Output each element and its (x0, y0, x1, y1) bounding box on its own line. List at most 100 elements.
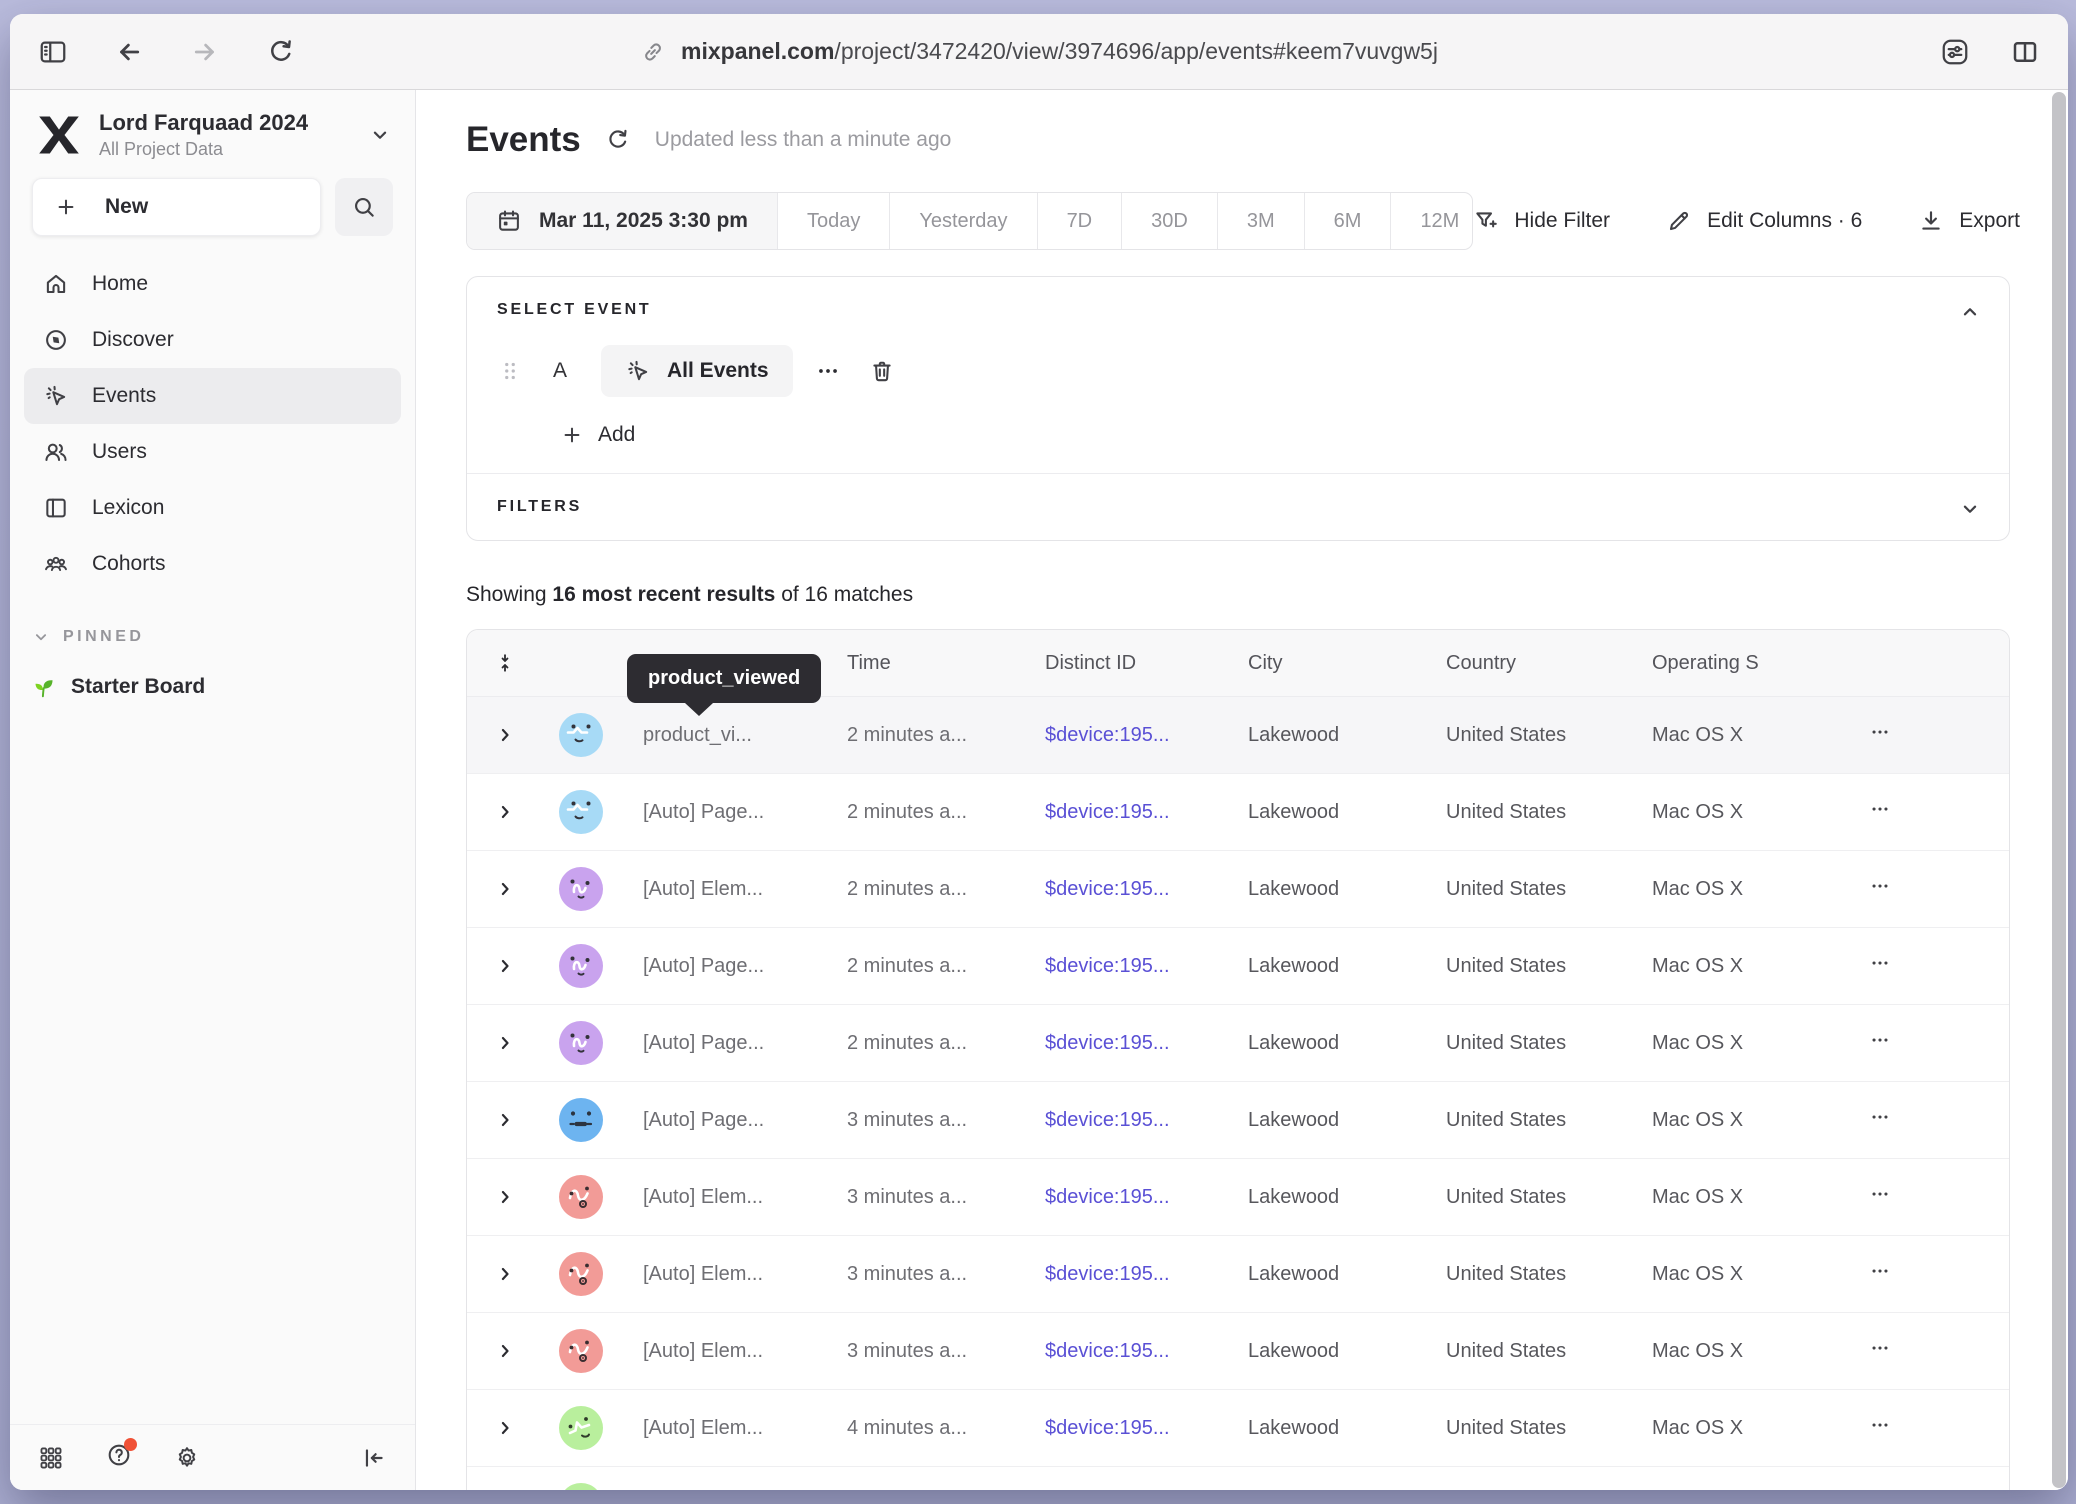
city-cell: Lakewood (1248, 1032, 1446, 1055)
distinct-id-link[interactable]: $device:195... (1045, 801, 1248, 824)
split-view-icon[interactable] (2010, 37, 2040, 67)
event-name-cell: [Auto] Page... (619, 801, 847, 824)
distinct-id-link[interactable]: $device:195... (1045, 1109, 1248, 1132)
export-button[interactable]: Export (1918, 208, 2020, 234)
column-header[interactable]: Country (1446, 652, 1652, 675)
sidebar-item-events[interactable]: Events (24, 368, 401, 424)
row-expander[interactable] (467, 1187, 543, 1207)
row-expander[interactable] (467, 956, 543, 976)
column-header[interactable]: Operating S (1652, 652, 1827, 675)
row-actions-button[interactable] (1827, 721, 2009, 749)
back-icon[interactable] (114, 37, 144, 67)
gear-icon[interactable] (174, 1445, 200, 1471)
help-button[interactable] (106, 1442, 132, 1473)
table-row[interactable]: [Auto] Elem...3 minutes a...$device:195.… (467, 1159, 2009, 1236)
event-avatar (543, 1329, 619, 1373)
sidebar-item-discover[interactable]: Discover (24, 312, 401, 368)
sidebar-item-users[interactable]: Users (24, 424, 401, 480)
row-actions-button[interactable] (1827, 798, 2009, 826)
date-range-option-3m[interactable]: 3M (1217, 193, 1304, 249)
refresh-icon[interactable] (605, 127, 631, 153)
date-range-option-7d[interactable]: 7D (1037, 193, 1122, 249)
scrollbar-thumb[interactable] (2052, 92, 2066, 1488)
date-range-option-yesterday[interactable]: Yesterday (889, 193, 1036, 249)
more-options-icon[interactable] (815, 358, 841, 384)
sidebar-item-lexicon[interactable]: Lexicon (24, 480, 401, 536)
table-row[interactable]: [Auto] Page...2 minutes a...$device:195.… (467, 774, 2009, 851)
sidebar-item-starter-board[interactable]: Starter Board (30, 674, 401, 700)
date-range-option-30d[interactable]: 30D (1121, 193, 1217, 249)
apps-grid-icon[interactable] (38, 1445, 64, 1471)
search-icon (351, 194, 377, 220)
row-actions-button[interactable] (1827, 1029, 2009, 1057)
reload-icon[interactable] (266, 37, 296, 67)
hide-filter-button[interactable]: Hide Filter (1473, 208, 1610, 234)
page-settings-icon[interactable] (1940, 37, 1970, 67)
row-expander[interactable] (467, 1033, 543, 1053)
event-selector-chip[interactable]: All Events (601, 345, 793, 397)
table-row[interactable]: [Auto] Elem...2 minutes a...$device:195.… (467, 851, 2009, 928)
address-bar[interactable]: mixpanel.com/project/3472420/view/397469… (640, 38, 1438, 65)
date-range-option-today[interactable]: Today (777, 193, 889, 249)
sidebar-item-cohorts[interactable]: Cohorts (24, 536, 401, 592)
distinct-id-link[interactable]: $device:195... (1045, 1417, 1248, 1440)
add-event-button[interactable]: Add (561, 423, 1979, 447)
drag-handle-icon[interactable] (497, 358, 523, 384)
new-button[interactable]: New (32, 178, 321, 236)
collapse-rows-header[interactable] (467, 652, 543, 674)
project-switcher[interactable]: Lord Farquaad 2024 All Project Data (36, 110, 391, 160)
column-header[interactable]: Time (847, 652, 1045, 675)
row-actions-button[interactable] (1827, 1414, 2009, 1442)
date-range-option-12m[interactable]: 12M (1390, 193, 1473, 249)
time-cell: 2 minutes a... (847, 801, 1045, 824)
table-row[interactable]: [Auto] Elem...4 minutes a...$device:195.… (467, 1390, 2009, 1467)
lexicon-icon (43, 495, 69, 521)
row-expander[interactable] (467, 1418, 543, 1438)
row-expander[interactable] (467, 1341, 543, 1361)
sidebar-item-home[interactable]: Home (24, 256, 401, 312)
distinct-id-link[interactable]: $device:195... (1045, 724, 1248, 747)
vertical-scrollbar[interactable] (2052, 92, 2066, 1488)
chevron-down-icon[interactable] (369, 124, 391, 146)
table-row[interactable]: [Auto] Page...2 minutes a...$device:195.… (467, 1005, 2009, 1082)
row-expander[interactable] (467, 725, 543, 745)
table-row[interactable]: [Auto] Page...3 minutes a...$device:195.… (467, 1082, 2009, 1159)
distinct-id-link[interactable]: $device:195... (1045, 1263, 1248, 1286)
search-button[interactable] (335, 178, 393, 236)
collapse-sidebar-icon[interactable] (361, 1445, 387, 1471)
chevron-down-icon[interactable] (1959, 498, 1981, 520)
row-actions-button[interactable] (1827, 1260, 2009, 1288)
distinct-id-link[interactable]: $device:195... (1045, 1032, 1248, 1055)
distinct-id-link[interactable]: $device:195... (1045, 955, 1248, 978)
distinct-id-link[interactable]: $device:195... (1045, 878, 1248, 901)
distinct-id-link[interactable]: $device:195... (1045, 1340, 1248, 1363)
column-header[interactable]: Distinct ID (1045, 652, 1248, 675)
sidebar-toggle-icon[interactable] (38, 37, 68, 67)
table-row[interactable]: [Auto] Page...2 minutes a...$device:195.… (467, 928, 2009, 1005)
edit-columns-button[interactable]: Edit Columns · 6 (1666, 208, 1862, 234)
row-expander[interactable] (467, 879, 543, 899)
pinned-section-header[interactable]: PINNED (32, 628, 401, 646)
row-expander[interactable] (467, 1110, 543, 1130)
kebab-icon (1869, 721, 1891, 743)
table-row[interactable]: [Auto] Elem...3 minutes a...$device:195.… (467, 1236, 2009, 1313)
table-row[interactable]: [Auto] Elem...3 minutes a...$device:195.… (467, 1313, 2009, 1390)
column-header[interactable]: City (1248, 652, 1446, 675)
row-actions-button[interactable] (1827, 875, 2009, 903)
table-row[interactable] (467, 1467, 2009, 1490)
kebab-icon (1869, 1337, 1891, 1359)
row-actions-button[interactable] (1827, 1106, 2009, 1134)
city-cell: Lakewood (1248, 1340, 1446, 1363)
chevron-up-icon[interactable] (1959, 301, 1981, 323)
row-actions-button[interactable] (1827, 952, 2009, 980)
row-expander[interactable] (467, 802, 543, 822)
trash-icon[interactable] (869, 358, 895, 384)
date-picker-button[interactable]: Mar 11, 2025 3:30 pm (467, 193, 777, 249)
row-actions-button[interactable] (1827, 1337, 2009, 1365)
users-icon (43, 439, 69, 465)
distinct-id-link[interactable]: $device:195... (1045, 1186, 1248, 1209)
event-name-cell: [Auto] Page... (619, 955, 847, 978)
row-actions-button[interactable] (1827, 1183, 2009, 1211)
date-range-option-6m[interactable]: 6M (1304, 193, 1391, 249)
row-expander[interactable] (467, 1264, 543, 1284)
